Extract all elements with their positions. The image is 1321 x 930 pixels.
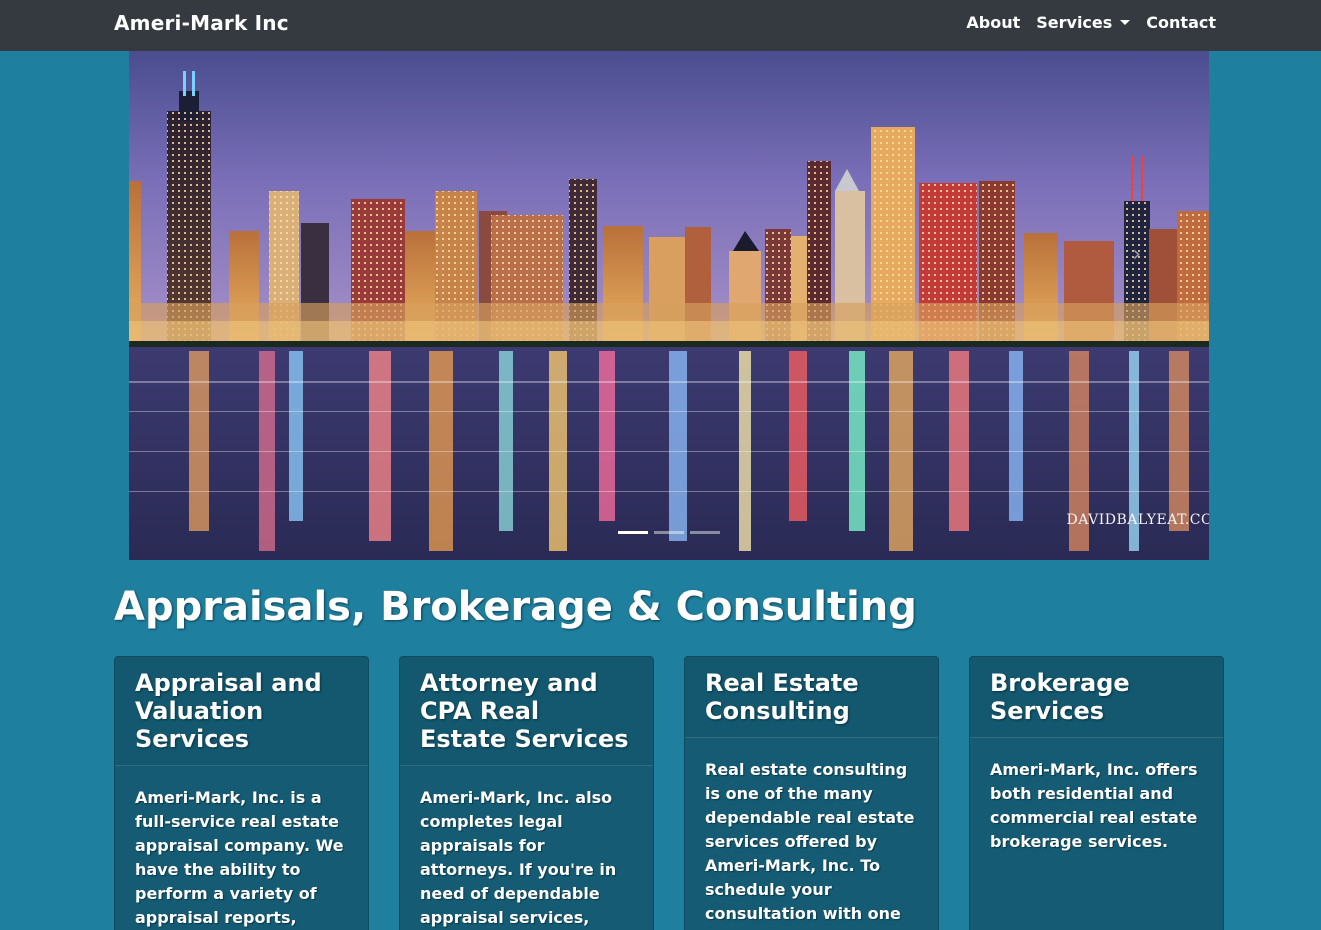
card-title: Appraisal and Valuation Services xyxy=(135,669,322,753)
nav-link-services-label: Services xyxy=(1036,13,1113,32)
card-title: Real Estate Consulting xyxy=(705,669,859,725)
card-consulting: Real Estate Consulting Real estate consu… xyxy=(684,656,939,930)
card-text: Real estate consulting is one of the man… xyxy=(705,760,915,923)
card-text: Ameri-Mark, Inc. also completes legal ap… xyxy=(420,788,617,927)
card-attorney-cpa: Attorney and CPA Real Estate Services Am… xyxy=(399,656,654,930)
caret-down-icon xyxy=(1120,20,1131,25)
card-title: Attorney and CPA Real Estate Services xyxy=(420,669,629,753)
card-header: Real Estate Consulting xyxy=(685,657,938,738)
card-title: Brokerage Services xyxy=(990,669,1130,725)
card-text: Ameri-Mark, Inc. offers both residential… xyxy=(990,760,1198,851)
carousel-indicator-1[interactable] xyxy=(618,531,648,534)
carousel-indicator-3[interactable] xyxy=(690,531,720,534)
nav-link-contact[interactable]: Contact xyxy=(1146,13,1216,32)
navbar: Ameri-Mark Inc About Services Contact xyxy=(0,0,1321,51)
card-text: Ameri-Mark, Inc. is a full-service real … xyxy=(135,788,344,927)
hero-carousel[interactable]: › DAVIDBALYEAT.CO xyxy=(129,51,1209,560)
card-header: Appraisal and Valuation Services xyxy=(115,657,368,766)
carousel-next-icon[interactable]: › xyxy=(1132,242,1141,267)
carousel-indicator-2[interactable] xyxy=(654,531,684,534)
page-heading: Appraisals, Brokerage & Consulting xyxy=(114,584,917,630)
skyline-image xyxy=(129,51,1209,560)
card-brokerage: Brokerage Services Ameri-Mark, Inc. offe… xyxy=(969,656,1224,930)
nav-dropdown-services[interactable]: Services xyxy=(1036,13,1131,32)
image-credit: DAVIDBALYEAT.CO xyxy=(1066,512,1209,528)
nav-link-about[interactable]: About xyxy=(966,13,1020,32)
brand-link[interactable]: Ameri-Mark Inc xyxy=(114,11,289,35)
card-header: Attorney and CPA Real Estate Services xyxy=(400,657,653,766)
card-appraisal: Appraisal and Valuation Services Ameri-M… xyxy=(114,656,369,930)
nav-links: About Services Contact xyxy=(966,13,1216,32)
card-header: Brokerage Services xyxy=(970,657,1223,738)
carousel-indicators xyxy=(618,531,720,534)
